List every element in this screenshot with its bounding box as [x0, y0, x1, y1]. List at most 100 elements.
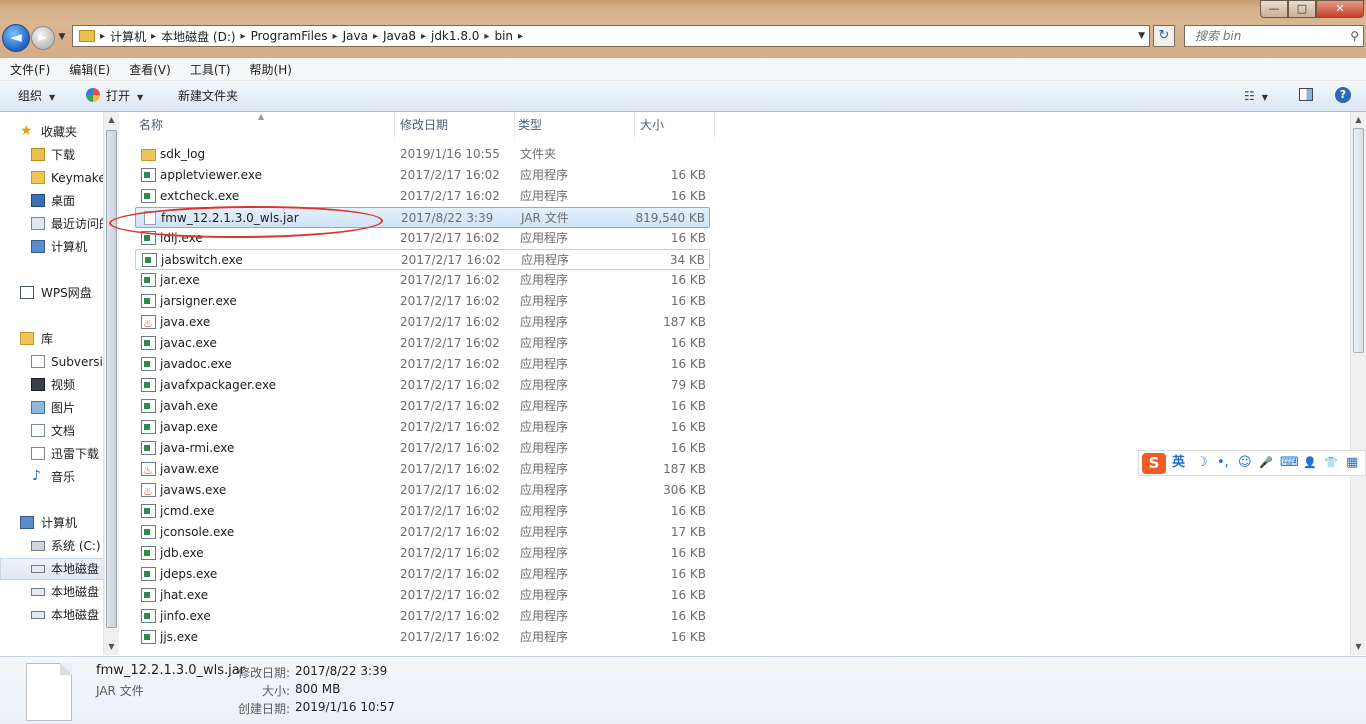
menu-help[interactable]: 帮助(H)	[240, 61, 301, 78]
breadcrumb-java[interactable]: Java	[343, 29, 368, 43]
nav-videos[interactable]: 视频	[0, 374, 104, 396]
scroll-down-icon[interactable]: ▼	[1351, 639, 1366, 655]
scroll-up-icon[interactable]: ▲	[104, 112, 119, 128]
breadcrumb-separator[interactable]: ▸	[373, 31, 378, 42]
breadcrumb-programfiles[interactable]: ProgramFiles	[251, 29, 328, 43]
nav-drive-f[interactable]: 本地磁盘 (F:)	[0, 604, 104, 626]
table-row[interactable]: javap.exe 2017/2/17 16:02 应用程序 16 KB	[135, 417, 710, 438]
nav-scrollbar[interactable]: ▲ ▼	[103, 112, 119, 655]
table-row[interactable]: javafxpackager.exe 2017/2/17 16:02 应用程序 79 …	[135, 375, 710, 396]
nav-computer-short[interactable]: 计算机	[0, 236, 104, 258]
back-arrow-icon[interactable]: ◄	[2, 24, 30, 52]
microphone-icon[interactable]: 🎤	[1259, 454, 1273, 472]
table-row[interactable]: sdk_log 2019/1/16 10:55 文件夹	[135, 144, 710, 165]
table-row[interactable]: jdb.exe 2017/2/17 16:02 应用程序 16 KB	[135, 543, 710, 564]
scrollbar-thumb[interactable]	[1353, 128, 1364, 353]
file-list-scrollbar[interactable]: ▲ ▼	[1350, 112, 1366, 655]
nav-libraries[interactable]: 库	[0, 328, 104, 350]
breadcrumb-drive-d[interactable]: 本地磁盘 (D:)	[161, 28, 235, 45]
nav-documents[interactable]: 文档	[0, 420, 104, 442]
menu-file[interactable]: 文件(F)	[0, 61, 59, 78]
breadcrumb-separator[interactable]: ▸	[484, 31, 489, 42]
minimize-button[interactable]: —	[1260, 0, 1288, 18]
view-options-button[interactable]: ☷ ▼	[1244, 81, 1268, 111]
punctuation-icon[interactable]: •,	[1217, 454, 1229, 472]
breadcrumb-separator[interactable]: ▸	[333, 31, 338, 42]
table-row[interactable]: javaws.exe 2017/2/17 16:02 应用程序 306 KB	[135, 480, 710, 502]
scroll-up-icon[interactable]: ▲	[1351, 112, 1366, 128]
table-row[interactable]: jhat.exe 2017/2/17 16:02 应用程序 16 KB	[135, 585, 710, 606]
breadcrumb-bin[interactable]: bin	[494, 29, 513, 43]
skin-shirt-icon[interactable]: 👕	[1324, 454, 1338, 472]
scroll-down-icon[interactable]: ▼	[104, 639, 119, 655]
breadcrumb-separator[interactable]: ▸	[100, 31, 105, 42]
maximize-button[interactable]: □	[1288, 0, 1316, 18]
breadcrumb-computer[interactable]: 计算机	[110, 28, 146, 45]
nav-computer[interactable]: 计算机	[0, 512, 104, 534]
open-button[interactable]: 打开 ▼	[86, 81, 143, 111]
table-row[interactable]: jinfo.exe 2017/2/17 16:02 应用程序 16 KB	[135, 606, 710, 627]
forward-arrow-icon[interactable]: ►	[31, 26, 55, 50]
help-icon[interactable]: ?	[1335, 87, 1351, 103]
close-button[interactable]: ✕	[1316, 0, 1364, 18]
column-date[interactable]: 修改日期	[395, 112, 515, 138]
nav-wps-drive[interactable]: WPS网盘	[0, 282, 104, 304]
nav-subversion[interactable]: Subversion	[0, 351, 104, 373]
preview-pane-icon[interactable]	[1299, 88, 1313, 101]
emoji-face-icon[interactable]: ☺	[1238, 454, 1252, 472]
breadcrumb-separator[interactable]: ▸	[421, 31, 426, 42]
nav-pictures[interactable]: 图片	[0, 397, 104, 419]
nav-drive-e[interactable]: 本地磁盘 (E:)	[0, 581, 104, 603]
nav-desktop[interactable]: 桌面	[0, 190, 104, 212]
table-row[interactable]: javaw.exe 2017/2/17 16:02 应用程序 187 KB	[135, 459, 710, 481]
table-row[interactable]: jdeps.exe 2017/2/17 16:02 应用程序 16 KB	[135, 564, 710, 585]
history-dropdown-icon[interactable]: ▼	[56, 30, 68, 44]
table-row[interactable]: javah.exe 2017/2/17 16:02 应用程序 16 KB	[135, 396, 710, 417]
menu-tools[interactable]: 工具(T)	[180, 61, 240, 78]
column-type[interactable]: 类型	[515, 112, 635, 138]
user-icon[interactable]: 👤	[1303, 454, 1317, 472]
table-row[interactable]: idlj.exe 2017/2/17 16:02 应用程序 16 KB	[135, 228, 710, 249]
table-row[interactable]: javac.exe 2017/2/17 16:02 应用程序 16 KB	[135, 333, 710, 354]
nav-drive-c[interactable]: 系统 (C:)	[0, 535, 104, 557]
table-row[interactable]: java-rmi.exe 2017/2/17 16:02 应用程序 16 KB	[135, 438, 710, 459]
table-row[interactable]: jjs.exe 2017/2/17 16:02 应用程序 16 KB	[135, 627, 710, 648]
nav-thunder-downloads[interactable]: 迅雷下载	[0, 443, 104, 465]
menu-view[interactable]: 查看(V)	[119, 61, 180, 78]
refresh-icon[interactable]: ↻	[1153, 25, 1175, 47]
table-row[interactable]: jcmd.exe 2017/2/17 16:02 应用程序 16 KB	[135, 501, 710, 522]
breadcrumb-separator[interactable]: ▸	[241, 31, 246, 42]
nav-favorites[interactable]: ★ 收藏夹	[0, 121, 104, 143]
search-input[interactable]	[1193, 28, 1347, 44]
table-row[interactable]: extcheck.exe 2017/2/17 16:02 应用程序 16 KB	[135, 186, 710, 207]
table-row[interactable]: fmw_12.2.1.3.0_wls.jar 2017/8/22 3:39 JAR …	[135, 207, 710, 228]
search-icon[interactable]: ⚲	[1350, 29, 1359, 43]
address-bar[interactable]: ▸ 计算机 ▸ 本地磁盘 (D:) ▸ ProgramFiles ▸ Java …	[72, 25, 1150, 47]
new-folder-button[interactable]: 新建文件夹	[178, 81, 238, 111]
table-row[interactable]: jar.exe 2017/2/17 16:02 应用程序 16 KB	[135, 270, 710, 291]
nav-downloads[interactable]: 下载	[0, 144, 104, 166]
table-row[interactable]: jconsole.exe 2017/2/17 16:02 应用程序 17 KB	[135, 522, 710, 543]
grid-menu-icon[interactable]: ▦	[1346, 454, 1358, 472]
table-row[interactable]: jarsigner.exe 2017/2/17 16:02 应用程序 16 KB	[135, 291, 710, 312]
nav-recent-places[interactable]: 最近访问的位置	[0, 213, 104, 235]
organize-button[interactable]: 组织 ▼	[18, 81, 55, 111]
ime-language-toggle[interactable]: 英	[1172, 454, 1185, 472]
sogou-logo-icon[interactable]: S	[1142, 453, 1166, 474]
nav-keymaker[interactable]: Keymaker	[0, 167, 104, 189]
breadcrumb-jdk[interactable]: jdk1.8.0	[431, 29, 479, 43]
scrollbar-thumb[interactable]	[106, 130, 117, 628]
nav-drive-d[interactable]: 本地磁盘 (D:)	[0, 558, 104, 580]
address-dropdown-icon[interactable]: ▼	[1138, 31, 1145, 41]
nav-music[interactable]: ♪ 音乐	[0, 466, 104, 488]
search-box[interactable]: ⚲	[1184, 25, 1364, 47]
breadcrumb-separator[interactable]: ▸	[151, 31, 156, 42]
breadcrumb-java8[interactable]: Java8	[383, 29, 416, 43]
breadcrumb-separator[interactable]: ▸	[518, 31, 523, 42]
column-size[interactable]: 大小	[635, 112, 715, 138]
table-row[interactable]: javadoc.exe 2017/2/17 16:02 应用程序 16 KB	[135, 354, 710, 375]
table-row[interactable]: java.exe 2017/2/17 16:02 应用程序 187 KB	[135, 312, 710, 334]
table-row[interactable]: jabswitch.exe 2017/2/17 16:02 应用程序 34 KB	[135, 249, 710, 270]
keyboard-icon[interactable]: ⌨	[1280, 454, 1299, 472]
menu-edit[interactable]: 编辑(E)	[59, 61, 119, 78]
